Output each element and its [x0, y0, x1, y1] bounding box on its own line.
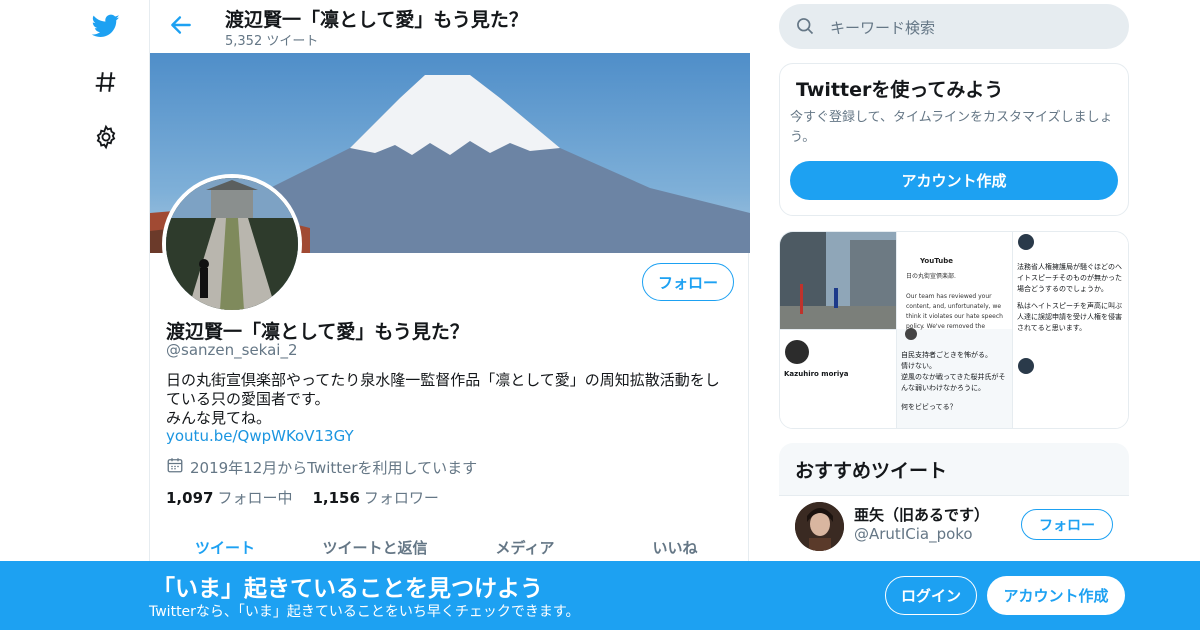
- following-stat[interactable]: 1,097 フォロー中: [166, 487, 292, 508]
- recommended-user-avatar[interactable]: [795, 502, 844, 551]
- following-count: 1,097: [166, 489, 214, 507]
- left-nav: [60, 0, 150, 630]
- media-text-line: content, and, unfortunately, we: [906, 303, 1002, 310]
- bio-line: ている只の愛国者です。: [166, 390, 330, 408]
- media-text-line: 自民支持者ごときを怖がる。: [901, 351, 992, 359]
- media-text-line: Our team has reviewed your: [906, 293, 992, 300]
- media-text-line: 何をビビってる？: [901, 403, 957, 411]
- bottom-bar-title: 「いま」起きていることを見つけよう: [152, 576, 543, 602]
- media-youtube-logo: YouTube: [920, 257, 953, 265]
- gear-icon[interactable]: [90, 121, 122, 153]
- profile-name: 渡辺賢一「凛として愛」もう見た？: [166, 321, 469, 343]
- recommended-follow-button[interactable]: フォロー: [1021, 509, 1113, 540]
- following-label: フォロー中: [217, 489, 293, 507]
- header-tweet-count: 5,352 ツイート: [225, 34, 319, 49]
- media-text-line: 人達に誤認申請を受け人権を侵害: [1017, 313, 1122, 321]
- profile-link[interactable]: youtu.be/QwpWKoV13GY: [166, 427, 354, 445]
- media-text-line: 情けない。: [901, 362, 936, 370]
- followers-count: 1,156: [312, 489, 360, 507]
- search-placeholder: キーワード検索: [830, 19, 936, 37]
- create-account-button[interactable]: アカウント作成: [790, 161, 1118, 200]
- signup-card-desc: 今すぐ登録して、タイムラインをカスタマイズしましょう。: [790, 110, 1113, 145]
- media-text-line: 日の丸街宣倶楽部.: [906, 273, 956, 280]
- hashtag-icon[interactable]: [90, 66, 122, 98]
- media-tweet-text-a: 法務省人権擁護局が騒ぐほどのへ イトスピーチそのものが無かった 場合どうするので…: [1017, 262, 1127, 334]
- recommended-tweets-card: おすすめツイート 亜矢（旧あるです） @ArutICia_poko フォロー: [779, 443, 1129, 573]
- profile-header: 渡辺賢一「凛として愛」もう見た？ 5,352 ツイート: [150, 0, 750, 53]
- calendar-icon: [166, 456, 184, 478]
- media-text-line: 逆風のなか戦ってきた桜井氏がそ: [901, 373, 1006, 381]
- header-title: 渡辺賢一「凛として愛」もう見た？: [225, 9, 528, 31]
- media-text-line: イトスピーチそのものが無かった: [1017, 274, 1122, 282]
- twitter-bird-icon[interactable]: [90, 10, 122, 42]
- follow-button[interactable]: フォロー: [642, 263, 734, 301]
- media-tweet-text-b: 自民支持者ごときを怖がる。 情けない。 逆風のなか戦ってきた桜井氏がそ んな弱い…: [901, 350, 1011, 413]
- media-text-line: think it violates our hate speech: [906, 313, 1003, 320]
- profile-stats: 1,097 フォロー中 1,156 フォロワー: [166, 487, 439, 508]
- joined-text: 2019年12月からTwitterを利用しています: [190, 458, 478, 477]
- media-kazuhiro-name: Kazuhiro moriya: [784, 370, 849, 378]
- recommended-user-name[interactable]: 亜矢（旧あるです）: [854, 504, 989, 525]
- recommended-user-handle: @ArutICia_poko: [854, 525, 973, 543]
- media-gallery[interactable]: YouTube 日の丸街宣倶楽部. Our team has reviewed …: [779, 231, 1129, 429]
- profile-bio: 日の丸街宣倶楽部やってたり泉水隆一監督作品「凛として愛」の周知拡散活動をし てい…: [166, 371, 726, 428]
- bottom-signup-bar: 「いま」起きていることを見つけよう Twitterなら、「いま」起きていることを…: [0, 561, 1200, 630]
- recommended-title: おすすめツイート: [795, 460, 948, 482]
- bio-line: みんな見てね。: [166, 409, 272, 427]
- signup-button[interactable]: アカウント作成: [987, 576, 1125, 615]
- back-arrow-icon[interactable]: [168, 12, 196, 40]
- media-text-line: 私はヘイトスピーチを声高に叫ぶ: [1017, 302, 1122, 310]
- followers-label: フォロワー: [363, 489, 439, 507]
- search-input[interactable]: キーワード検索: [779, 4, 1129, 49]
- media-youtube-text: 日の丸街宣倶楽部. Our team has reviewed your con…: [906, 272, 1010, 332]
- profile-joined: 2019年12月からTwitterを利用しています: [166, 456, 477, 478]
- login-button[interactable]: ログイン: [885, 576, 977, 615]
- signup-card: Twitterを使ってみよう 今すぐ登録して、タイムラインをカスタマイズしましょ…: [779, 63, 1129, 216]
- bottom-bar-subtitle: Twitterなら、「いま」起きていることをいち早くチェックできます。: [149, 604, 580, 620]
- signup-card-title: Twitterを使ってみよう: [796, 79, 1004, 101]
- search-icon: [795, 16, 815, 40]
- profile-avatar[interactable]: [162, 174, 302, 314]
- media-text-line: 場合どうするのでしょうか。: [1017, 285, 1108, 293]
- media-text-line: policy. We've removed the: [906, 323, 986, 330]
- followers-stat[interactable]: 1,156 フォロワー: [312, 487, 438, 508]
- media-text-line: されてると思います。: [1017, 324, 1087, 332]
- bio-line: 日の丸街宣倶楽部やってたり泉水隆一監督作品「凛として愛」の周知拡散活動をし: [166, 371, 720, 389]
- media-text-line: んな弱いわけなかろうに。: [901, 384, 985, 392]
- profile-handle: @sanzen_sekai_2: [166, 341, 298, 359]
- profile-column: 渡辺賢一「凛として愛」もう見た？ 5,352 ツイート フォロー 渡辺賢一「凛と…: [149, 0, 750, 630]
- media-text-line: 法務省人権擁護局が騒ぐほどのへ: [1017, 263, 1122, 271]
